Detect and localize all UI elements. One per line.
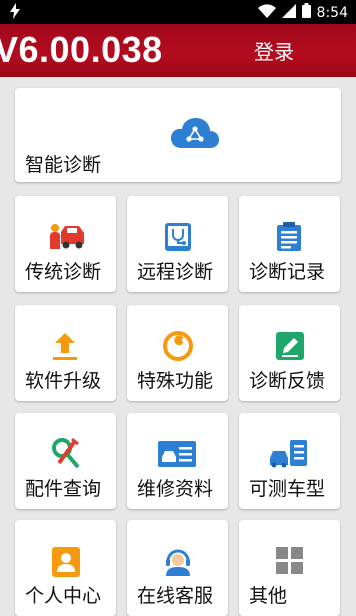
status-bar: 8:54 <box>0 0 356 24</box>
parts-query-label: 配件查询 <box>25 478 102 500</box>
traditional-diagnosis-label: 传统诊断 <box>25 261 102 283</box>
special-function-card[interactable]: 特殊功能 <box>127 305 228 401</box>
personal-center-label: 个人中心 <box>25 585 102 607</box>
diagnosis-feedback-label: 诊断反馈 <box>249 370 326 392</box>
smart-diagnosis-card[interactable]: 智能诊断 <box>15 88 341 182</box>
online-service-label: 在线客服 <box>137 585 214 607</box>
testable-models-card[interactable]: 可测车型 <box>239 413 340 509</box>
software-upgrade-card[interactable]: 软件升级 <box>15 305 116 401</box>
remote-diagnosis-card[interactable]: 远程诊断 <box>127 196 228 292</box>
other-card[interactable]: 其他 <box>239 520 340 616</box>
battery-icon <box>301 3 311 22</box>
login-button[interactable]: 登录 <box>254 36 294 65</box>
diagnosis-record-label: 诊断记录 <box>249 261 326 283</box>
diagnosis-feedback-card[interactable]: 诊断反馈 <box>239 305 340 401</box>
edit-pencil-icon <box>275 331 305 365</box>
tablet-stethoscope-icon <box>163 222 193 256</box>
wifi-icon <box>257 3 276 22</box>
diagnosis-record-card[interactable]: 诊断记录 <box>239 196 340 292</box>
car-document-icon <box>158 441 196 471</box>
special-function-label: 特殊功能 <box>137 370 214 392</box>
app-header: V6.00.038 登录 <box>0 24 356 77</box>
personal-center-card[interactable]: 个人中心 <box>15 520 116 616</box>
traditional-diagnosis-card[interactable]: 传统诊断 <box>15 196 116 292</box>
headset-agent-icon <box>163 547 193 581</box>
repair-info-card[interactable]: 维修资料 <box>127 413 228 509</box>
clipboard-list-icon <box>276 222 302 256</box>
wrench-gear-icon <box>163 331 193 365</box>
signal-icon <box>281 3 296 22</box>
status-time: 8:54 <box>316 4 348 21</box>
car-checklist-icon <box>269 438 309 472</box>
testable-models-label: 可测车型 <box>249 478 326 500</box>
smart-diagnosis-label: 智能诊断 <box>25 154 102 176</box>
online-service-card[interactable]: 在线客服 <box>127 520 228 616</box>
software-upgrade-label: 软件升级 <box>25 370 102 392</box>
parts-search-icon <box>51 437 81 473</box>
version-text: V6.00.038 <box>0 29 163 70</box>
cloud-share-icon <box>170 117 220 153</box>
repair-info-label: 维修资料 <box>137 478 214 500</box>
remote-diagnosis-label: 远程诊断 <box>137 261 214 283</box>
parts-query-card[interactable]: 配件查询 <box>15 413 116 509</box>
grid-tiles-icon <box>276 547 304 579</box>
other-label: 其他 <box>249 585 288 607</box>
lightning-icon <box>10 3 20 23</box>
user-profile-icon <box>52 547 80 581</box>
mechanic-car-icon <box>49 222 85 254</box>
upload-arrow-icon <box>52 331 78 365</box>
